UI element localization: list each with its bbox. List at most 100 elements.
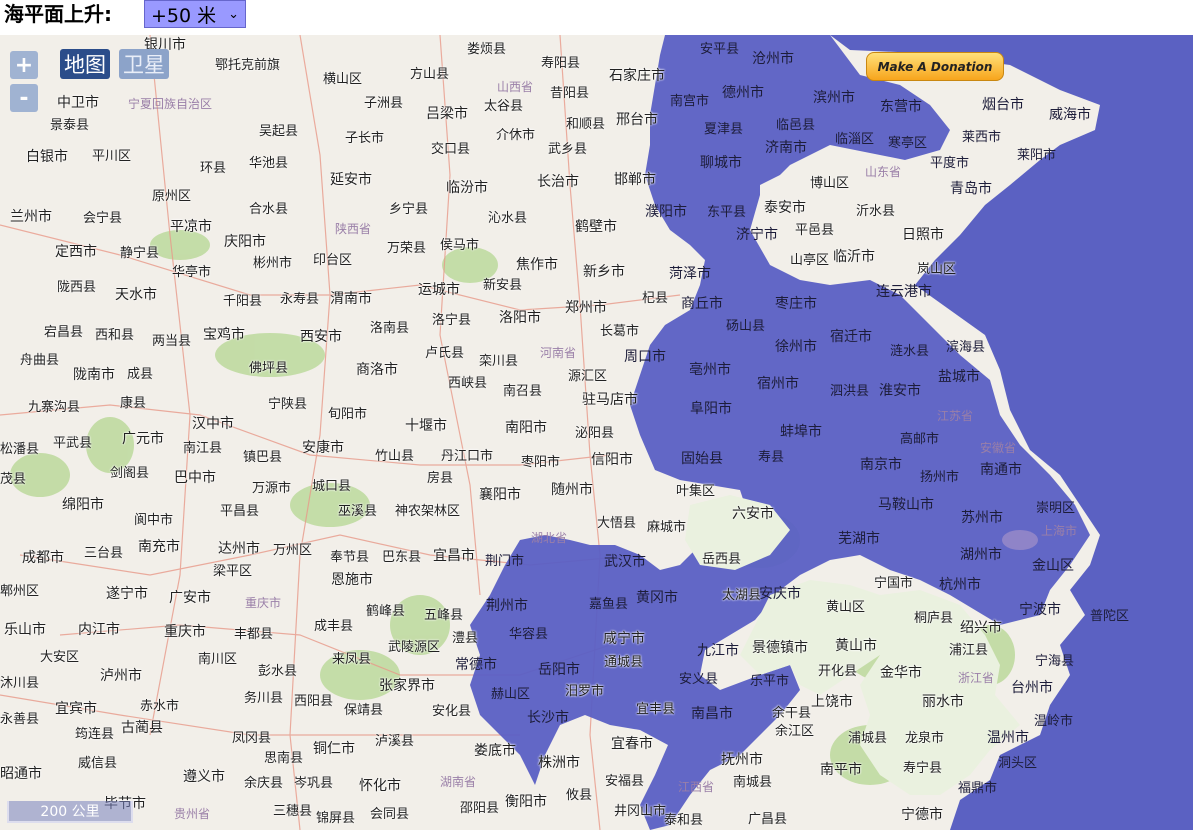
- place-label: 岚山区: [917, 262, 957, 277]
- place-label: 湖北省: [531, 531, 568, 545]
- place-label: 南平市: [820, 762, 862, 778]
- place-label: 郑州市: [565, 300, 607, 316]
- place-label: 沁水县: [488, 211, 528, 226]
- place-label: 侯马市: [440, 238, 480, 253]
- place-label: 南城县: [733, 775, 773, 790]
- place-label: 宕昌县: [44, 325, 84, 340]
- place-label: 彬州市: [253, 256, 293, 271]
- place-label: 金山区: [1032, 558, 1074, 574]
- map-type-satellite-button[interactable]: 卫星: [119, 49, 169, 79]
- place-label: 九寨沟县: [28, 400, 81, 415]
- place-label: 西阳县: [294, 694, 334, 709]
- place-label: 陇南市: [73, 367, 115, 383]
- place-label: 福鼎市: [958, 781, 998, 796]
- place-label: 景泰县: [50, 118, 90, 133]
- place-label: 平川区: [92, 149, 132, 164]
- place-label: 永寿县: [280, 292, 320, 307]
- place-label: 广元市: [122, 431, 164, 447]
- place-label: 黄山区: [826, 600, 866, 615]
- place-label: 鹤壁市: [575, 219, 617, 235]
- place-label: 奉节县: [330, 550, 370, 565]
- place-label: 六安市: [732, 506, 774, 522]
- place-label: 砀山县: [726, 319, 766, 334]
- place-label: 安化县: [432, 704, 472, 719]
- place-label: 江西省: [678, 780, 715, 794]
- place-label: 宿迁市: [830, 329, 872, 345]
- place-label: 枣阳市: [521, 455, 561, 470]
- place-label: 德州市: [722, 85, 764, 101]
- place-label: 永善县: [0, 712, 40, 727]
- place-label: 巴中市: [174, 470, 216, 486]
- place-label: 千阳县: [223, 294, 263, 309]
- place-label: 日照市: [902, 227, 944, 243]
- place-label: 岳西县: [702, 552, 742, 567]
- place-label: 平武县: [53, 436, 93, 451]
- place-label: 白银市: [26, 149, 68, 165]
- place-label: 青岛市: [950, 181, 992, 197]
- place-label: 安义县: [679, 672, 719, 687]
- place-label: 竹山县: [375, 449, 415, 464]
- place-label: 万荣县: [387, 241, 427, 256]
- place-label: 商洛市: [356, 362, 398, 378]
- place-label: 随州市: [551, 482, 593, 498]
- place-label: 信阳市: [591, 452, 633, 468]
- sea-level-select[interactable]: +50 米 ⌄: [144, 0, 246, 28]
- place-label: 滨州市: [813, 90, 855, 106]
- place-label: 佛坪县: [249, 361, 289, 376]
- map-canvas[interactable]: 银川市 鄂托克前旗 横山区 方山县 娄烦县 寿阳县 山西省 石家庄市 安平县 沧州市 中卫市 宁夏回族…: [0, 35, 1193, 830]
- place-label: 寿阳县: [541, 56, 581, 71]
- place-label: 济南市: [765, 140, 807, 156]
- place-label: 兰州市: [10, 209, 52, 225]
- place-label: 泸溪县: [375, 734, 415, 749]
- place-label: 江苏省: [937, 409, 974, 423]
- place-label: 大悟县: [597, 516, 637, 531]
- place-label: 通城县: [604, 655, 644, 670]
- place-label: 源汇区: [568, 369, 608, 384]
- sea-level-value: +50 米: [151, 4, 217, 27]
- place-label: 蚌埠市: [780, 424, 822, 440]
- place-label: 嘉鱼县: [589, 597, 629, 612]
- place-label: 南川区: [198, 652, 238, 667]
- donate-button[interactable]: Make A Donation: [866, 52, 1004, 81]
- place-label: 娄烦县: [467, 42, 507, 57]
- place-label: 遂宁市: [106, 586, 148, 602]
- place-label: 太谷县: [484, 99, 524, 114]
- place-label: 邢台市: [616, 112, 658, 128]
- place-label: 成丰县: [314, 619, 354, 634]
- place-label: 会同县: [370, 807, 410, 822]
- zoom-in-button[interactable]: +: [10, 51, 38, 79]
- place-label: 衡阳市: [505, 794, 547, 810]
- place-label: 华池县: [249, 156, 289, 171]
- place-label: 南江县: [183, 441, 223, 456]
- place-label: 沐川县: [0, 676, 40, 691]
- place-label: 麻城市: [647, 520, 687, 535]
- place-label: 金华市: [880, 665, 922, 681]
- place-label: 宁国市: [874, 576, 914, 591]
- place-label: 吴起县: [259, 124, 299, 139]
- place-label: 湖南省: [440, 775, 477, 789]
- place-label: 锦屏县: [316, 811, 356, 826]
- place-label: 余江区: [775, 724, 815, 739]
- place-label: 会宁县: [83, 211, 123, 226]
- place-label: 西安市: [300, 329, 342, 345]
- zoom-out-button[interactable]: -: [10, 84, 38, 112]
- place-label: 亳州市: [689, 362, 731, 378]
- place-label: 南京市: [860, 457, 902, 473]
- place-label: 寒亭区: [888, 136, 928, 151]
- map-type-map-button[interactable]: 地图: [60, 49, 110, 79]
- place-label: 横山区: [323, 72, 363, 87]
- place-label: 安徽省: [980, 441, 1017, 455]
- place-label: 烟台市: [982, 97, 1024, 113]
- place-label: 九江市: [697, 643, 739, 659]
- place-label: 浙江省: [958, 671, 995, 685]
- place-label: 濮阳市: [645, 204, 687, 220]
- place-label: 石家庄市: [609, 68, 665, 84]
- place-label: 茂县: [0, 472, 27, 487]
- place-label: 安平县: [700, 42, 740, 57]
- place-label: 卢氏县: [425, 346, 465, 361]
- place-label: 凤冈县: [232, 731, 272, 746]
- place-label: 威信县: [78, 756, 118, 771]
- place-label: 涟水县: [890, 344, 930, 359]
- place-label: 宁陕县: [268, 397, 308, 412]
- place-label: 昭通市: [0, 766, 42, 782]
